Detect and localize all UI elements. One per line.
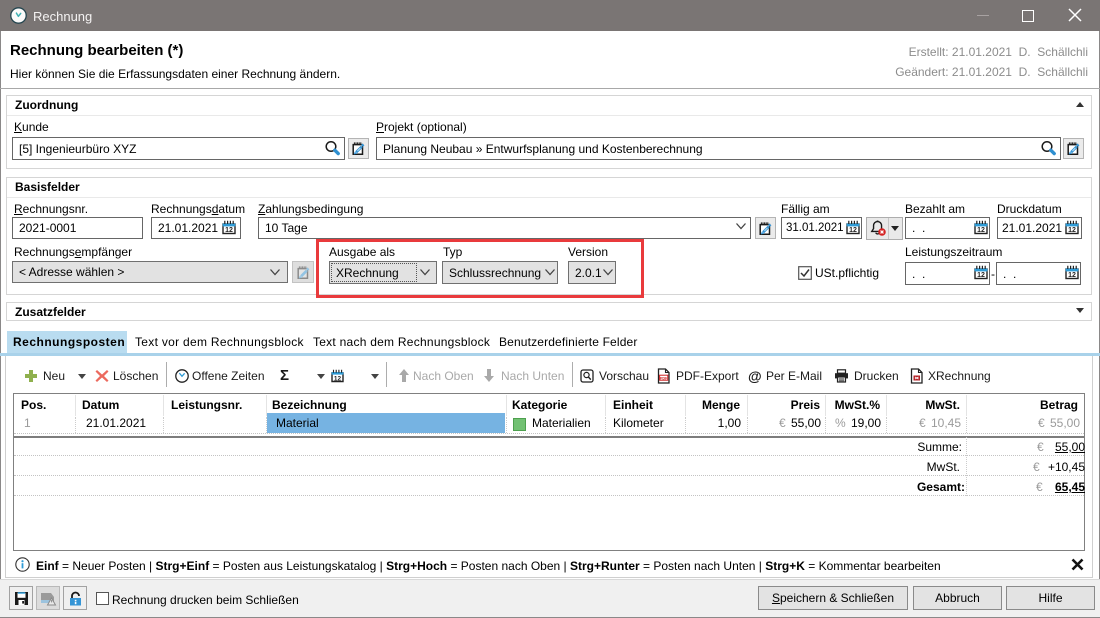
svg-text:12: 12 [334,376,342,383]
svg-text:12: 12 [977,272,985,279]
svg-text:PDF: PDF [660,376,668,380]
svg-text:12: 12 [225,227,233,234]
svg-text:12: 12 [849,227,857,234]
svg-text:12: 12 [1068,272,1076,279]
svg-text:12: 12 [1068,227,1076,234]
svg-text:12: 12 [977,227,985,234]
